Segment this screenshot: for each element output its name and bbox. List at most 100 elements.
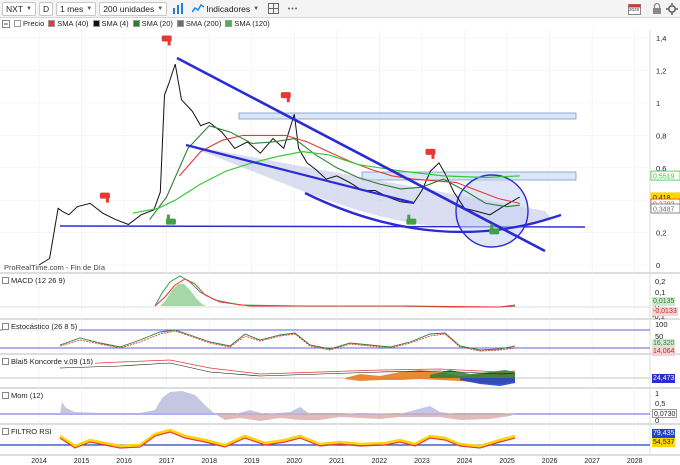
price-tag: 0,418	[650, 192, 680, 203]
series-precio	[38, 63, 521, 266]
sell-signal-icon	[425, 148, 436, 159]
sell-signal-body	[161, 35, 172, 42]
y-tick-label: 1	[656, 99, 660, 108]
buy-signal-body	[406, 218, 417, 225]
sell-signal-icon	[280, 92, 291, 103]
price-chart[interactable]: 2014 2015 2016 2017 2018 2019 2020 2021 2022 2023…	[0, 0, 680, 465]
x-tick-label: 2016	[116, 458, 132, 465]
curved-support	[304, 191, 562, 234]
price-tag-box	[650, 170, 680, 181]
price-tag-label: 0,3487	[653, 206, 675, 213]
calendar-badge[interactable]: 2028	[626, 1, 642, 17]
buy-signal-icon	[165, 214, 176, 225]
macd-panel	[0, 275, 650, 308]
legend-swatch	[48, 20, 56, 27]
legend: Precio SMA (40) SMA (4) SMA (20) SMA (20…	[0, 18, 270, 29]
legend-item[interactable]: SMA (120)	[225, 19, 270, 28]
x-tick-label: 2025	[499, 458, 515, 465]
price-tag-layer: 0,5519 0,4180,37920,3487	[650, 170, 680, 214]
legend-item[interactable]: SMA (20)	[132, 19, 173, 28]
units-selector[interactable]: 200 unidades ▼	[99, 1, 168, 16]
lock-icon	[653, 3, 661, 14]
buy-signal-stem	[407, 214, 411, 220]
series-sma-40	[178, 134, 520, 204]
series-layer	[38, 63, 521, 266]
year-grid: 2014 2015 2016 2017 2018 2019 2020 2021 2022 2023…	[0, 30, 666, 465]
legend-item[interactable]: SMA (40)	[48, 19, 89, 28]
x-tick-label: 2023	[414, 458, 430, 465]
lock-button[interactable]	[649, 1, 665, 17]
chevron-down-icon: ▼	[26, 5, 32, 12]
price-tag-box	[650, 192, 680, 203]
legend-item[interactable]: SMA (4)	[92, 19, 129, 28]
koncorde-label-text: Blai5 Koncorde v.09 (15)	[11, 357, 93, 366]
resistance-box	[361, 171, 577, 181]
symbol-label: NXT	[6, 3, 23, 14]
macd-label[interactable]: MACD (12 26 9)	[2, 276, 68, 285]
highlight-circle	[455, 174, 529, 248]
sell-signal-stem	[167, 40, 171, 46]
descending-trendline	[176, 56, 546, 253]
bar-chart-icon[interactable]	[170, 2, 186, 16]
legend-item[interactable]: SMA (200)	[176, 19, 222, 28]
period-selector[interactable]: 1 mes ▼	[56, 1, 97, 16]
x-tick-label: 2024	[457, 458, 473, 465]
mom-label-text: Mom (12)	[11, 391, 44, 400]
annotations-layer	[99, 35, 500, 235]
legend-label: SMA (40)	[57, 19, 89, 28]
mom-axis-tick: 0,5	[655, 399, 666, 408]
rsi-label[interactable]: FILTRO RSI	[2, 427, 54, 436]
buy-signal-icon	[406, 214, 417, 225]
y-tick-label: 1,2	[656, 67, 666, 76]
x-tick-label: 2019	[244, 458, 260, 465]
macd-signal-value: -0,0133	[652, 307, 678, 316]
sell-signal-stem	[431, 153, 435, 159]
falling-wedge-channel	[186, 145, 551, 229]
price-tag: 0,5519	[650, 170, 680, 181]
symbol-selector[interactable]: NXT ▼	[2, 1, 36, 16]
legend-swatch	[132, 20, 140, 27]
panel-toggle-icon	[2, 277, 9, 284]
x-tick-label: 2015	[74, 458, 90, 465]
koncorde-value: 24,473	[652, 374, 676, 383]
support-line	[59, 225, 586, 228]
legend-label: SMA (4)	[101, 19, 129, 28]
buy-signal-body	[165, 218, 176, 225]
panel-frames	[0, 30, 680, 456]
x-tick-label: 2027	[584, 458, 600, 465]
indicators-button[interactable]: Indicadores ▼	[189, 2, 262, 16]
buy-signal-stem	[166, 214, 170, 220]
gear-icon	[666, 3, 678, 15]
price-tag-box	[650, 198, 680, 209]
macd-value: 0,0135	[652, 297, 676, 306]
settings-button[interactable]	[664, 1, 680, 17]
price-tag-label: 0,3792	[653, 201, 675, 208]
minimize-icon[interactable]	[2, 19, 10, 28]
koncorde-label[interactable]: Blai5 Koncorde v.09 (15)	[2, 357, 95, 366]
more-icon[interactable]	[284, 2, 300, 16]
x-tick-label: 2020	[287, 458, 303, 465]
panel-toggle-icon	[2, 323, 9, 330]
macd-label-text: MACD (12 26 9)	[11, 276, 66, 285]
price-tag-box	[650, 203, 680, 214]
legend-swatch	[14, 20, 21, 27]
grid-icon[interactable]	[265, 2, 281, 16]
chevron-down-icon: ▼	[86, 5, 93, 12]
legend-swatch	[176, 20, 184, 27]
buy-signal-stem	[490, 224, 494, 230]
legend-label: SMA (120)	[234, 19, 270, 28]
legend-label: SMA (200)	[185, 19, 222, 28]
x-tick-label: 2014	[31, 458, 47, 465]
sell-signal-icon	[161, 35, 172, 46]
units-label: 200 unidades	[103, 3, 155, 14]
stoch-label[interactable]: Estocástico (26 8 5)	[2, 322, 80, 331]
sell-signal-stem	[105, 197, 109, 203]
x-tick-label: 2026	[542, 458, 558, 465]
upper-trendline	[185, 143, 415, 205]
period-label: 1 mes	[60, 3, 84, 14]
mode-button[interactable]: D	[38, 1, 54, 16]
legend-label: Precio	[23, 19, 45, 28]
legend-item[interactable]: Precio	[14, 19, 44, 28]
macd-axis-tick: 0,1	[655, 288, 666, 297]
mom-label[interactable]: Mom (12)	[2, 391, 46, 400]
